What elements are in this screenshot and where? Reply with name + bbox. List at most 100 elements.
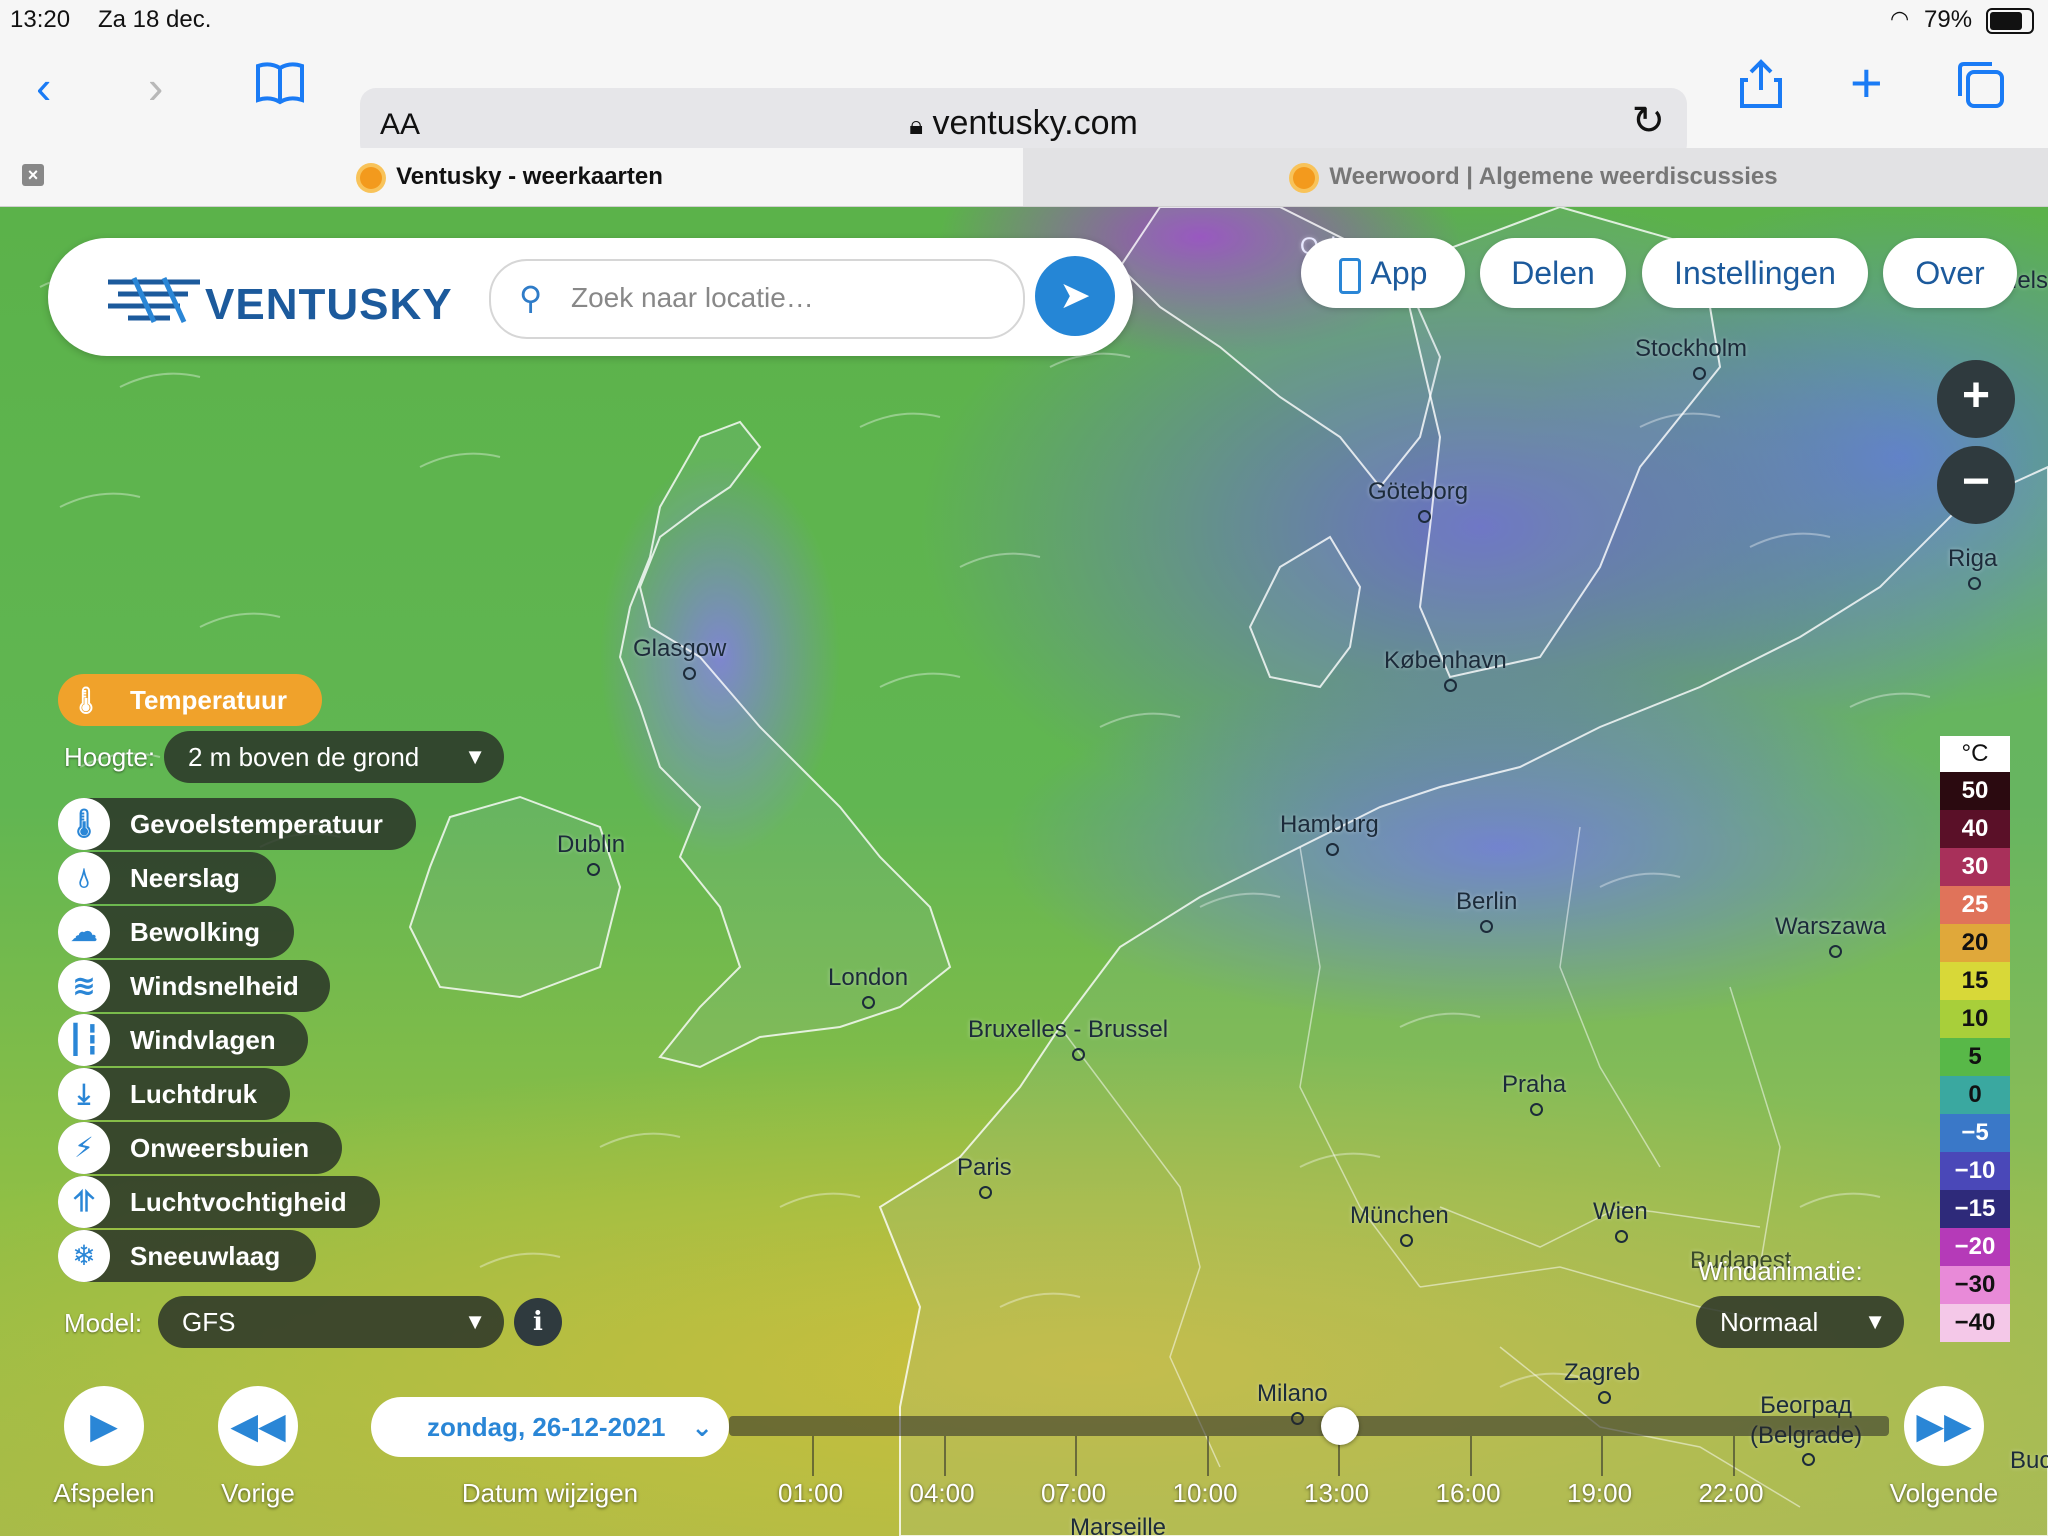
forward-icon[interactable]: ›: [148, 64, 163, 110]
layer-feels-like[interactable]: 🌡︎ Gevoelstemperatuur: [58, 798, 416, 850]
temperature-legend: °C 50 40 30 25 20 15 10 5 0 −5 −10 −15 −20 −30 −40: [1940, 736, 2010, 1342]
height-select[interactable]: 2 m boven de grond ▼: [164, 731, 504, 783]
timeline-tick: [1206, 1436, 1209, 1476]
layer-clouds[interactable]: ☁ Bewolking: [58, 906, 294, 958]
ventusky-logo-icon[interactable]: [104, 270, 204, 331]
back-icon[interactable]: ‹: [36, 64, 51, 110]
city-brussel[interactable]: Bruxelles - Brussel: [968, 1016, 1168, 1061]
app-button[interactable]: App: [1301, 238, 1465, 308]
legend-cell: 0: [1940, 1076, 2010, 1114]
city-glasgow[interactable]: Glasgow: [633, 635, 726, 680]
favicon-icon: [1293, 166, 1316, 189]
settings-button[interactable]: Instellingen: [1642, 238, 1868, 308]
drop-icon: 💧︎: [58, 852, 110, 904]
city-paris[interactable]: Paris: [957, 1154, 1012, 1199]
wind-animation-select[interactable]: Normaal ▼: [1696, 1296, 1904, 1348]
battery-icon: [1986, 8, 2034, 34]
timeline-time-label[interactable]: 16:00: [1436, 1478, 1501, 1509]
model-label: Model:: [64, 1308, 143, 1338]
timeline-tick: [1469, 1436, 1472, 1476]
city-milano[interactable]: Milano: [1257, 1380, 1328, 1425]
ventusky-logo-text[interactable]: VENTUSKY: [205, 280, 453, 330]
legend-cell: 15: [1940, 962, 2010, 1000]
previous-label: Vorige: [221, 1478, 295, 1508]
city-marseille[interactable]: Marseille: [1070, 1514, 1166, 1536]
city-zagreb[interactable]: Zagreb: [1564, 1359, 1640, 1404]
timeline-slider-thumb[interactable]: [1321, 1407, 1359, 1445]
tab-ventusky[interactable]: × Ventusky - weerkaarten: [0, 148, 1023, 206]
rewind-icon: ◀◀: [230, 1405, 286, 1446]
city-munchen[interactable]: München: [1350, 1202, 1449, 1247]
timeline-tick: [1075, 1436, 1077, 1476]
wind-icon: ≋: [58, 960, 110, 1012]
layer-precipitation[interactable]: 💧︎ Neerslag: [58, 852, 276, 904]
wind-animation-label: Windanimatie:: [1698, 1256, 1863, 1286]
phone-icon: [1338, 257, 1361, 294]
timeline-time-label[interactable]: 13:00: [1304, 1478, 1369, 1509]
location-arrow-icon: ➤: [1059, 275, 1091, 317]
layer-humidity[interactable]: ⥣ Luchtvochtigheid: [58, 1176, 380, 1228]
legend-cell: −20: [1940, 1228, 2010, 1266]
reload-icon[interactable]: ↻: [1631, 98, 1665, 144]
new-tab-icon[interactable]: +: [1850, 55, 1883, 111]
tabs-overview-icon[interactable]: [1956, 60, 2006, 117]
info-icon[interactable]: i: [514, 1298, 562, 1346]
play-label: Afspelen: [53, 1478, 155, 1508]
search-input[interactable]: [569, 275, 1003, 321]
timeline-time-label[interactable]: 01:00: [778, 1478, 843, 1509]
tab-title: Weerwoord | Algemene weerdiscussies: [1329, 163, 1778, 190]
legend-cell: 10: [1940, 1000, 2010, 1038]
close-tab-icon[interactable]: ×: [22, 164, 44, 186]
city-hamburg[interactable]: Hamburg: [1280, 811, 1379, 856]
status-time: 13:20: [10, 6, 71, 33]
city-praha[interactable]: Praha: [1502, 1071, 1566, 1116]
location-search[interactable]: ⚲: [489, 259, 1025, 339]
fast-forward-icon: ▶▶: [1916, 1405, 1972, 1446]
timeline-time-label[interactable]: 04:00: [910, 1478, 975, 1509]
city-bucuresti[interactable]: Buc: [2010, 1447, 2048, 1475]
timeline-time-label[interactable]: 22:00: [1699, 1478, 1764, 1509]
timeline-time-label[interactable]: 07:00: [1041, 1478, 1106, 1509]
city-wien[interactable]: Wien: [1593, 1198, 1648, 1243]
share-icon[interactable]: [1738, 58, 1784, 117]
legend-cell: 25: [1940, 886, 2010, 924]
next-button[interactable]: ▶▶: [1904, 1386, 1984, 1466]
date-change-label: Datum wijzigen: [461, 1478, 639, 1508]
previous-button[interactable]: ◀◀: [218, 1386, 298, 1466]
locate-me-button[interactable]: ➤: [1035, 256, 1115, 336]
layer-temperature-active[interactable]: 🌡︎ Temperatuur: [58, 674, 322, 726]
city-stockholm[interactable]: Stockholm: [1635, 335, 1747, 380]
city-kobenhavn[interactable]: København: [1384, 647, 1507, 692]
city-dublin[interactable]: Dublin: [557, 831, 625, 876]
tab-title: Ventusky - weerkaarten: [396, 163, 663, 190]
tab-weerwoord[interactable]: Weerwoord | Algemene weerdiscussies: [1023, 148, 2048, 206]
legend-cell: 20: [1940, 924, 2010, 962]
layer-snow[interactable]: ❄ Sneeuwlaag: [58, 1230, 316, 1282]
bookmarks-icon[interactable]: [254, 60, 306, 113]
layer-pressure[interactable]: ⤓ Luchtdruk: [58, 1068, 290, 1120]
timeline-track[interactable]: [729, 1416, 1889, 1436]
zoom-out-button[interactable]: −: [1937, 446, 2015, 524]
timeline-time-label[interactable]: 10:00: [1173, 1478, 1238, 1509]
city-goteborg[interactable]: Göteborg: [1368, 478, 1468, 523]
city-london[interactable]: London: [828, 964, 908, 1009]
layer-thunderstorms[interactable]: ⚡︎ Onweersbuien: [58, 1122, 342, 1174]
layer-wind-speed[interactable]: ≋ Windsnelheid: [58, 960, 330, 1012]
zoom-in-button[interactable]: +: [1937, 360, 2015, 438]
about-button[interactable]: Over: [1883, 238, 2017, 308]
url-text[interactable]: 🔒︎ ventusky.com: [360, 104, 1687, 143]
city-warszawa[interactable]: Warszawa: [1775, 913, 1886, 958]
model-select[interactable]: GFS ▼: [158, 1296, 504, 1348]
denmark: [1248, 535, 1362, 689]
layer-wind-gusts[interactable]: ┃┇ Windvlagen: [58, 1014, 308, 1066]
timeline-tick: [1732, 1436, 1735, 1476]
ireland: [408, 795, 622, 999]
legend-unit: °C: [1940, 736, 2010, 772]
play-button[interactable]: ▶: [64, 1386, 144, 1466]
timeline-time-label[interactable]: 19:00: [1567, 1478, 1632, 1509]
share-button[interactable]: Delen: [1480, 238, 1626, 308]
city-berlin[interactable]: Berlin: [1456, 888, 1517, 933]
city-riga[interactable]: Riga: [1948, 545, 1997, 590]
chevron-down-icon: ▼: [1864, 1309, 1886, 1334]
date-select[interactable]: zondag, 26-12-2021 ⌄: [371, 1397, 729, 1457]
